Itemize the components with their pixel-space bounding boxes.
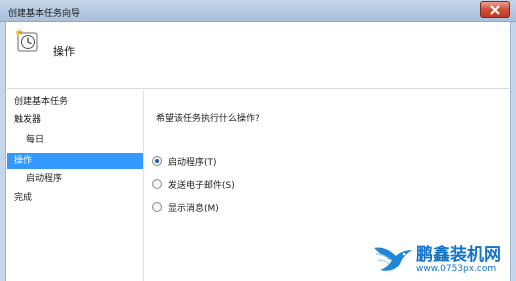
watermark-brand: 鹏鑫装机网 xyxy=(416,245,501,265)
radio-button[interactable] xyxy=(152,202,162,212)
page-title: 操作 xyxy=(53,45,75,58)
option-label: 发送电子邮件(S) xyxy=(168,180,235,191)
step-daily[interactable]: 每日 xyxy=(7,132,143,148)
option-label: 显示消息(M) xyxy=(168,203,219,214)
option-send-email[interactable]: 发送电子邮件(S) xyxy=(152,177,235,191)
nav-divider xyxy=(143,90,144,281)
step-label: 每日 xyxy=(26,135,45,145)
step-label: 触发器 xyxy=(14,115,42,125)
option-label: 启动程序(T) xyxy=(168,157,217,168)
step-label: 创建基本任务 xyxy=(14,97,69,107)
option-show-message[interactable]: 显示消息(M) xyxy=(152,200,219,214)
step-label: 启动程序 xyxy=(26,174,63,184)
close-button[interactable] xyxy=(480,1,510,18)
wizard-header: 操作 xyxy=(7,23,509,89)
radio-button-checked[interactable] xyxy=(152,156,162,166)
action-question: 希望该任务执行什么操作? xyxy=(156,114,260,124)
step-create-basic-task[interactable]: 创建基本任务 xyxy=(7,94,143,110)
bird-logo-icon xyxy=(374,247,412,271)
task-clock-icon xyxy=(16,29,38,52)
wizard-step-list: 创建基本任务 触发器 每日 操作 启动程序 完成 xyxy=(7,90,143,281)
watermark-url: www.0753px.com xyxy=(416,264,497,274)
step-action[interactable]: 操作 xyxy=(7,153,143,169)
radio-button[interactable] xyxy=(152,179,162,189)
close-icon xyxy=(490,5,500,14)
site-watermark: 鹏鑫装机网 www.0753px.com xyxy=(372,238,516,278)
step-finish[interactable]: 完成 xyxy=(7,190,143,206)
step-label: 操作 xyxy=(14,156,33,166)
window-title: 创建基本任务向导 xyxy=(8,9,81,19)
option-start-program[interactable]: 启动程序(T) xyxy=(152,154,217,168)
step-label: 完成 xyxy=(14,193,33,203)
title-bar[interactable]: 创建基本任务向导 xyxy=(0,0,516,22)
step-trigger[interactable]: 触发器 xyxy=(7,112,143,128)
step-start-program[interactable]: 启动程序 xyxy=(7,171,143,187)
window-frame-left xyxy=(0,22,6,281)
